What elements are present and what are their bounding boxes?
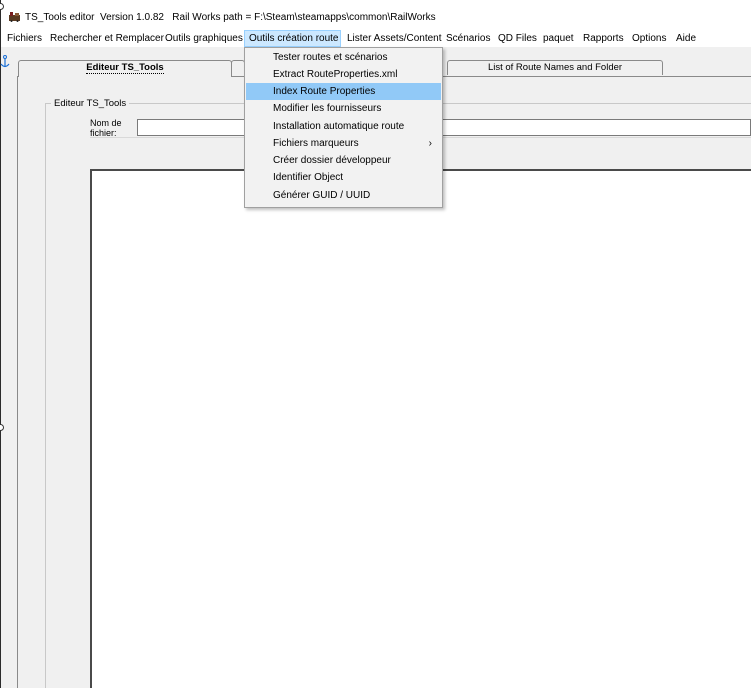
tab-route-names-folder[interactable]: List of Route Names and Folder <box>447 60 663 75</box>
window-left-edge <box>0 0 1 688</box>
menu-rapports[interactable]: Rapports <box>579 30 628 47</box>
menu-item-creer-dossier-developpeur[interactable]: Créer dossier développeur <box>246 152 441 169</box>
menu-lister-assets[interactable]: Lister Assets/Content <box>343 30 446 47</box>
menu-item-modifier-fournisseurs[interactable]: Modifier les fournisseurs <box>246 100 441 117</box>
editor-text-area[interactable] <box>90 169 751 688</box>
menu-bar: Fichiers Rechercher et Remplacer Outils … <box>0 30 751 47</box>
groupbox-title: Editeur TS_Tools <box>51 98 130 109</box>
menu-item-tester-routes[interactable]: Tester routes et scénarios <box>246 49 441 66</box>
menu-outils-graphiques[interactable]: Outils graphiques <box>161 30 247 47</box>
menu-outils-creation-route[interactable]: Outils création route <box>244 30 341 47</box>
submenu-arrow-icon: › <box>428 138 432 149</box>
menu-item-fichiers-marqueurs-label: Fichiers marqueurs <box>273 138 359 149</box>
tab-hidden[interactable] <box>231 60 245 75</box>
anchor-icon <box>0 55 10 68</box>
resize-grip-middle[interactable] <box>0 424 4 431</box>
menu-paquet[interactable]: paquet <box>539 30 578 47</box>
outils-creation-route-dropdown: Tester routes et scénarios Extract Route… <box>244 47 443 208</box>
file-name-label: Nom de fichier: <box>90 118 122 138</box>
title-bar: TS_Tools editor Version 1.0.82 Rail Work… <box>0 0 751 30</box>
menu-item-extract-route-properties[interactable]: Extract RouteProperties.xml <box>246 66 441 83</box>
menu-fichiers[interactable]: Fichiers <box>3 30 46 47</box>
menu-item-generer-guid[interactable]: Générer GUID / UUID <box>246 187 441 204</box>
menu-item-fichiers-marqueurs[interactable]: Fichiers marqueurs › <box>246 135 441 152</box>
menu-aide[interactable]: Aide <box>672 30 700 47</box>
menu-item-identifier-object[interactable]: Identifier Object <box>246 169 441 186</box>
window-title: TS_Tools editor Version 1.0.82 Rail Work… <box>25 12 436 23</box>
tab-editeur-label: Editeur TS_Tools <box>86 62 164 74</box>
menu-item-installation-auto-route[interactable]: Installation automatique route <box>246 118 441 135</box>
menu-item-index-route-properties[interactable]: Index Route Properties <box>246 83 441 100</box>
file-name-input[interactable] <box>137 119 751 136</box>
menu-scenarios[interactable]: Scénarios <box>442 30 494 47</box>
app-train-icon <box>9 12 20 22</box>
menu-options[interactable]: Options <box>628 30 670 47</box>
tab-editeur-ts-tools[interactable]: Editeur TS_Tools <box>18 60 232 77</box>
menu-rechercher-remplacer[interactable]: Rechercher et Remplacer <box>46 30 168 47</box>
menu-qd-files[interactable]: QD Files <box>494 30 541 47</box>
